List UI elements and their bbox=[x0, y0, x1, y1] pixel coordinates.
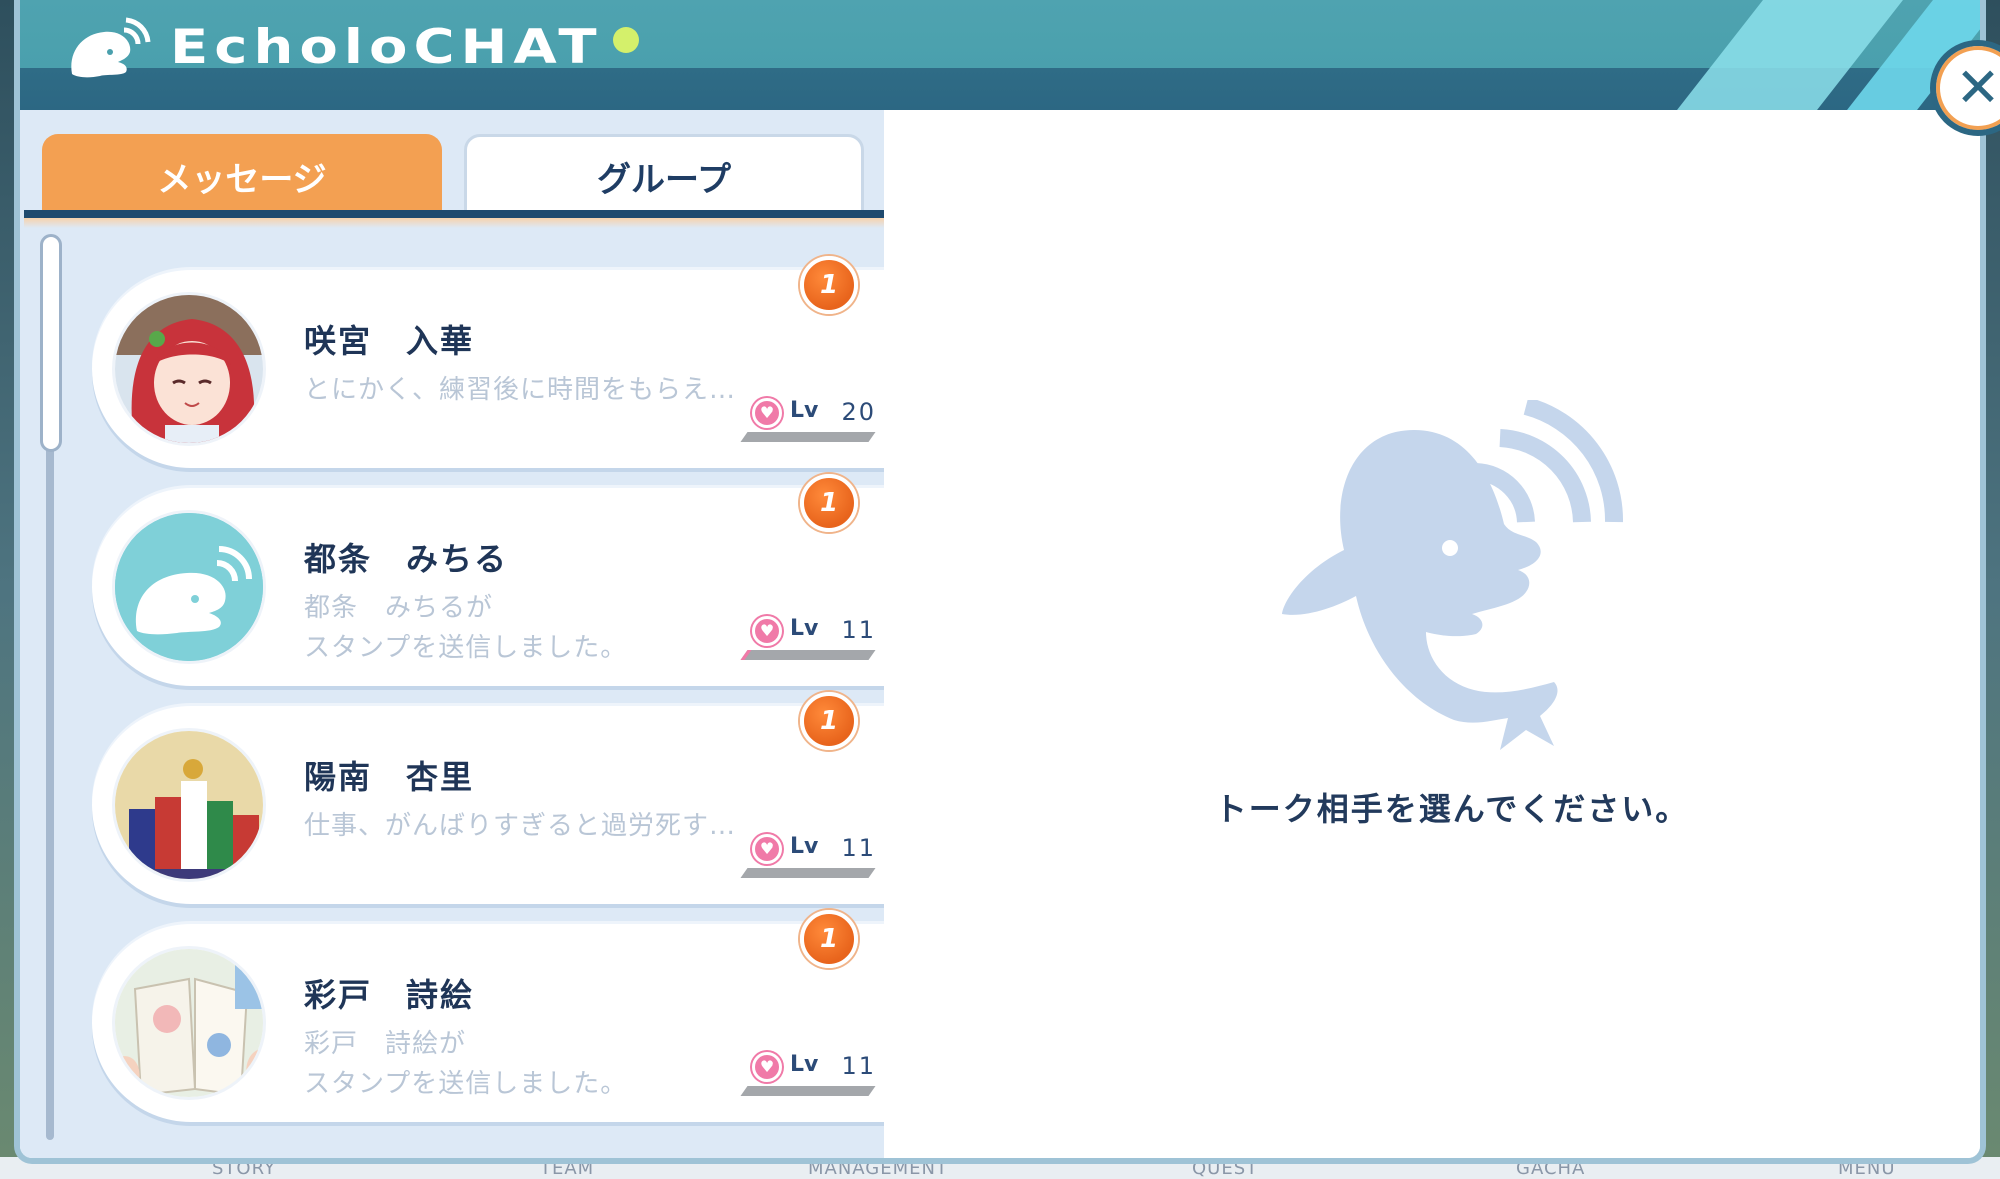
unread-badge: 1 bbox=[800, 474, 858, 532]
unread-badge: 1 bbox=[800, 910, 858, 968]
message-preview: 都条 みちるが スタンプを送信しました。 bbox=[304, 593, 628, 663]
heart-icon: ♥ bbox=[752, 1052, 782, 1082]
red-hair-girl-avatar-icon bbox=[115, 295, 263, 443]
app-logo: EcholoCHAT bbox=[66, 12, 639, 82]
casino-chips-avatar-icon bbox=[115, 731, 263, 879]
level-value: 11 bbox=[841, 1052, 876, 1080]
affinity-progress-bar bbox=[740, 868, 876, 878]
dolphin-logo-icon bbox=[71, 17, 151, 78]
heart-icon: ♥ bbox=[752, 398, 782, 428]
contact-list: 咲宮 入華 とにかく、練習後に時間をもらえ… 1 ♥ Lv 20 都条 みちる … bbox=[20, 110, 904, 1158]
chat-window: EcholoCHAT メッセージ グループ 咲宮 入華 とにかく、練習後に時間を… bbox=[14, 0, 1986, 1164]
heart-icon: ♥ bbox=[752, 616, 782, 646]
avatar bbox=[112, 728, 266, 882]
affinity-progress-bar bbox=[740, 650, 876, 660]
avatar bbox=[112, 292, 266, 446]
affinity-level: ♥ Lv 11 bbox=[740, 616, 882, 660]
message-preview: 彩戸 詩絵が スタンプを送信しました。 bbox=[304, 1029, 628, 1099]
level-label: Lv bbox=[790, 398, 819, 423]
affinity-level: ♥ Lv 11 bbox=[740, 834, 882, 878]
level-value: 20 bbox=[841, 398, 876, 426]
conversation-panel: トーク相手を選んでください。 bbox=[884, 110, 1980, 1158]
empty-state-message: トーク相手を選んでください。 bbox=[1214, 790, 1690, 828]
unread-badge: 1 bbox=[800, 256, 858, 314]
contact-name: 陽南 杏里 bbox=[304, 758, 475, 796]
affinity-level: ♥ Lv 20 bbox=[740, 398, 882, 442]
app-logo-text: EcholoCHAT bbox=[170, 19, 603, 75]
avatar bbox=[112, 946, 266, 1100]
affinity-progress-fill bbox=[740, 432, 748, 442]
contact-item[interactable]: 都条 みちる 都条 みちるが スタンプを送信しました。 1 ♥ Lv 11 bbox=[92, 474, 904, 686]
level-label: Lv bbox=[790, 1052, 819, 1077]
dolphin-default-avatar-icon bbox=[115, 513, 263, 661]
level-value: 11 bbox=[841, 616, 876, 644]
contact-name: 都条 みちる bbox=[304, 540, 509, 578]
contact-name: 彩戸 詩絵 bbox=[304, 976, 475, 1014]
dolphin-echo-icon bbox=[1282, 400, 1624, 750]
logo-dot bbox=[612, 27, 639, 53]
chat-header: EcholoCHAT bbox=[20, 0, 1980, 110]
unread-badge: 1 bbox=[800, 692, 858, 750]
close-icon: ✕ bbox=[1955, 56, 2000, 119]
level-label: Lv bbox=[790, 616, 819, 641]
avatar bbox=[112, 510, 266, 664]
level-label: Lv bbox=[790, 834, 819, 859]
message-preview: 仕事、がんばりすぎると過労死す… bbox=[304, 811, 737, 841]
contact-item[interactable]: 陽南 杏里 仕事、がんばりすぎると過労死す… 1 ♥ Lv 11 bbox=[92, 692, 904, 904]
heart-icon: ♥ bbox=[752, 834, 782, 864]
sketchbook-avatar-icon bbox=[115, 949, 263, 1097]
contact-name: 咲宮 入華 bbox=[304, 322, 475, 360]
affinity-progress-fill bbox=[740, 868, 748, 878]
affinity-progress-bar bbox=[740, 1086, 876, 1096]
affinity-progress-bar bbox=[740, 432, 876, 442]
message-preview: とにかく、練習後に時間をもらえ… bbox=[304, 375, 737, 405]
affinity-level: ♥ Lv 11 bbox=[740, 1052, 882, 1096]
contact-item[interactable]: 咲宮 入華 とにかく、練習後に時間をもらえ… 1 ♥ Lv 20 bbox=[92, 256, 904, 468]
level-value: 11 bbox=[841, 834, 876, 862]
contact-item[interactable]: 彩戸 詩絵 彩戸 詩絵が スタンプを送信しました。 1 ♥ Lv 11 bbox=[92, 910, 904, 1122]
contact-list-panel: メッセージ グループ 咲宮 入華 とにかく、練習後に時間をもらえ… 1 ♥ Lv… bbox=[20, 110, 904, 1158]
